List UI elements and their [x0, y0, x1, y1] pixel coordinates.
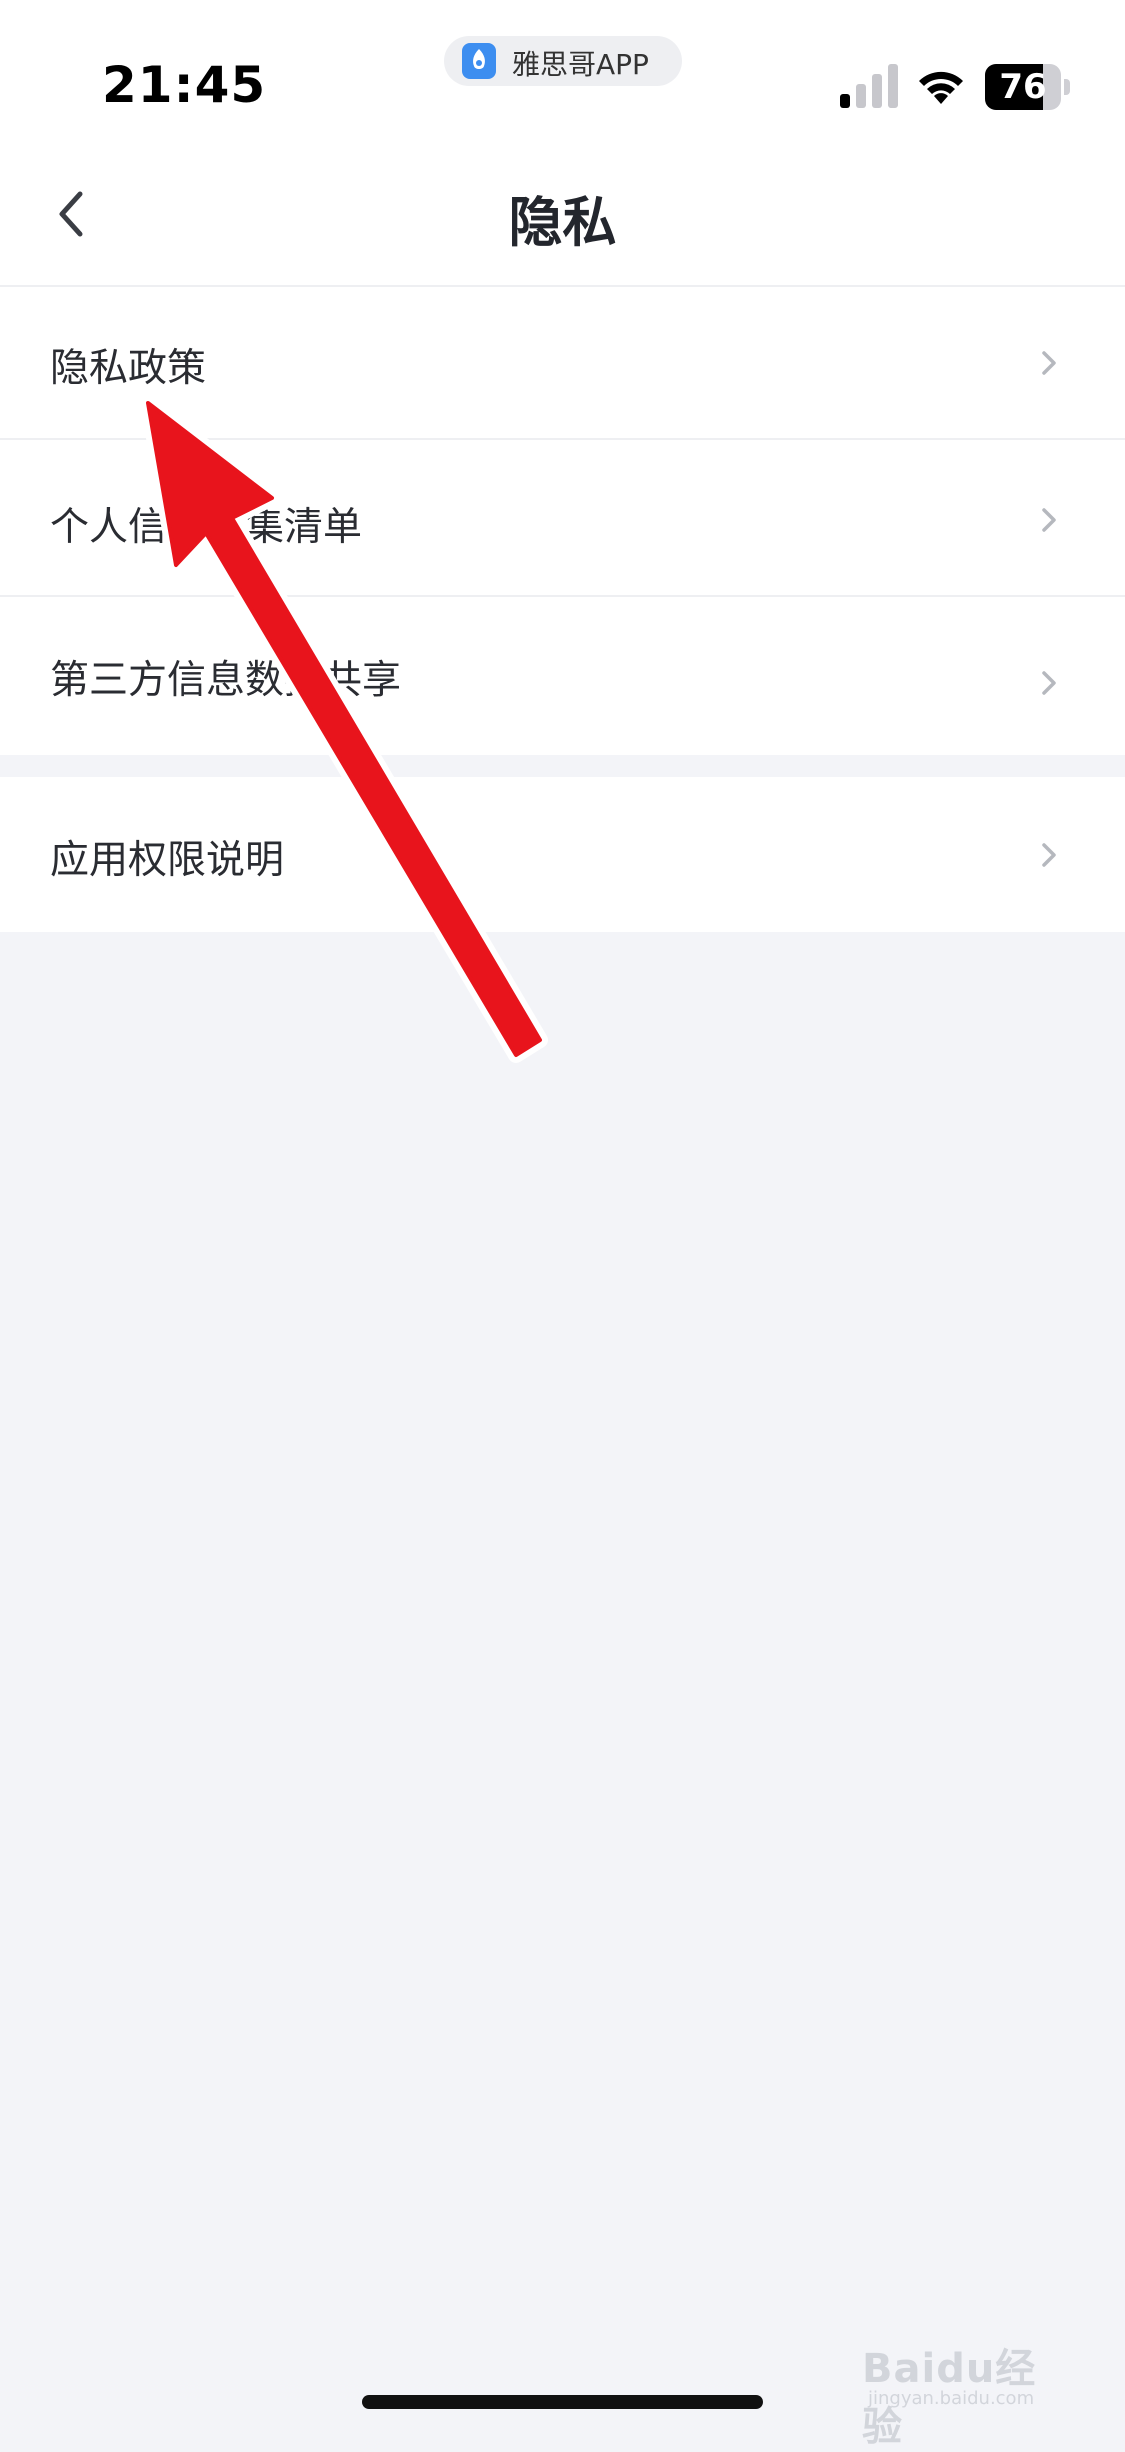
app-logo-icon: [462, 43, 496, 79]
home-indicator[interactable]: [362, 2395, 763, 2409]
chevron-right-icon: [1042, 351, 1056, 375]
settings-group-permissions: 应用权限说明: [0, 777, 1125, 932]
settings-group-privacy: 隐私政策 个人信息收集清单 第三方信息数据共享: [0, 285, 1125, 755]
list-item-label: 个人信息收集清单: [50, 505, 363, 550]
list-item-label: 应用权限说明: [50, 838, 285, 883]
battery-percent: 76: [999, 67, 1047, 107]
top-bar: 21:45 雅思哥APP 76 隐私: [0, 0, 1125, 285]
watermark-url: jingyan.baidu.com: [868, 2388, 1035, 2409]
list-item-third-party-sharing[interactable]: 第三方信息数据共享: [0, 597, 1125, 755]
chevron-right-icon: [1042, 508, 1056, 532]
app-name: 雅思哥APP: [512, 48, 649, 81]
battery-icon: 76: [985, 64, 1071, 110]
list-item-personal-info-list[interactable]: 个人信息收集清单: [0, 440, 1125, 597]
chevron-right-icon: [1042, 671, 1056, 695]
list-item-app-permissions[interactable]: 应用权限说明: [0, 777, 1125, 932]
list-item-label: 第三方信息数据共享: [50, 658, 402, 703]
list-item-label: 隐私政策: [50, 346, 207, 391]
chevron-right-icon: [1042, 843, 1056, 867]
signal-icon: [840, 64, 898, 108]
wifi-icon: [919, 71, 963, 104]
page-title: 隐私: [508, 191, 617, 254]
watermark: Baidu经验 jingyan.baidu.com: [858, 2336, 1068, 2450]
app-indicator-pill[interactable]: 雅思哥APP: [444, 36, 682, 86]
status-time: 21:45: [102, 56, 267, 114]
list-item-privacy-policy[interactable]: 隐私政策: [0, 285, 1125, 440]
